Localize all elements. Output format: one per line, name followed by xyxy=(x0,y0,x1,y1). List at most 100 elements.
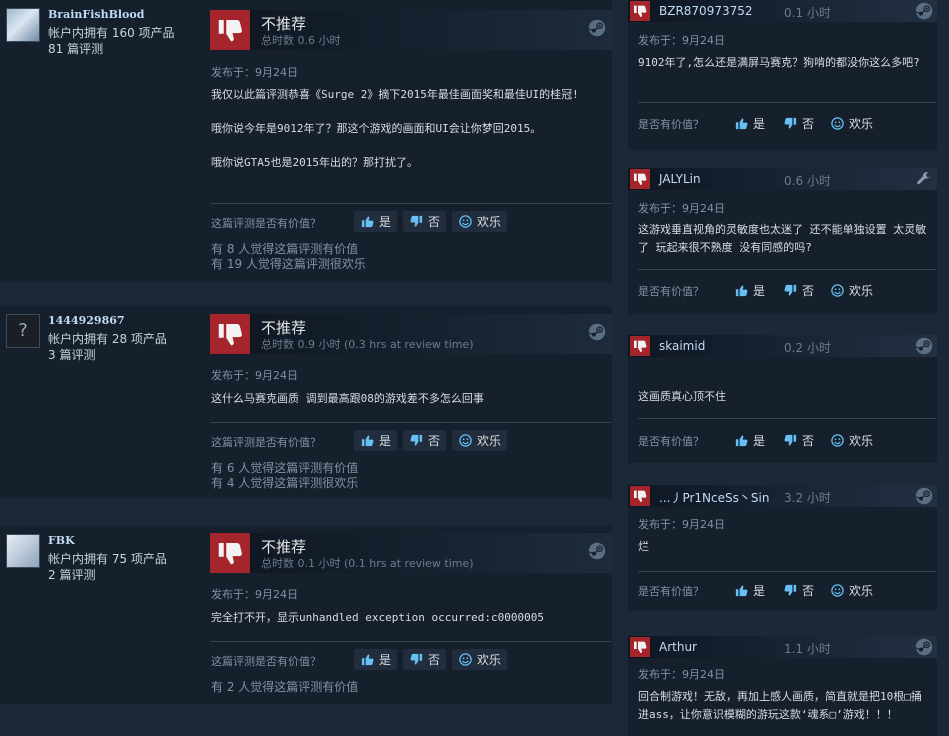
review-body: 烂 xyxy=(638,540,649,553)
helpful-question: 这篇评测是否有价值？ xyxy=(211,436,321,449)
thumbs-up-icon xyxy=(360,214,375,229)
author-products[interactable]: 帐户内拥有 75 项产品 xyxy=(48,550,167,567)
vote-yes-button[interactable]: 是 xyxy=(734,580,765,600)
helpful-count: 有 8 人觉得这篇评测有价值 xyxy=(211,242,359,256)
posted-date: 发布于：9月24日 xyxy=(211,588,298,601)
author-reviews[interactable]: 3 篇评测 xyxy=(48,346,95,363)
author-name[interactable]: BrainFishBlood xyxy=(48,8,144,21)
smile-icon xyxy=(830,283,845,298)
review-card: BrainFishBlood 帐户内拥有 160 项产品 81 篇评测 不推荐 … xyxy=(0,0,612,282)
thumbs-up-icon xyxy=(734,583,749,598)
vote-yes-button[interactable]: 是 xyxy=(734,430,765,450)
short-review-header[interactable]: ...丿Pr1NceSs丶Sin 3.2 小时 xyxy=(628,485,937,507)
author-name[interactable]: Arthur xyxy=(659,640,697,654)
thumbs-down-small-icon xyxy=(783,433,798,448)
helpful-question: 是否有价值？ xyxy=(638,118,704,131)
vote-no-button[interactable]: 否 xyxy=(783,113,814,133)
question-mark-avatar[interactable]: ? xyxy=(6,314,40,348)
funny-count: 有 19 人觉得这篇评测很欢乐 xyxy=(211,257,366,271)
vote-no-button[interactable]: 否 xyxy=(783,580,814,600)
thumbs-down-icon xyxy=(630,1,650,21)
thumbs-down-small-icon xyxy=(409,214,424,229)
author-name[interactable]: ...丿Pr1NceSs丶Sin xyxy=(659,489,769,506)
thumbs-down-icon xyxy=(210,533,250,573)
vote-no-button[interactable]: 否 xyxy=(783,280,814,300)
vote-yes-button[interactable]: 是 xyxy=(734,113,765,133)
steam-icon xyxy=(588,19,606,37)
review-card: FBK 帐户内拥有 75 项产品 2 篇评测 不推荐 总时数 0.1 小时 (0… xyxy=(0,526,612,704)
review-card: ? 1444929867 帐户内拥有 28 项产品 3 篇评测 不推荐 总时数 … xyxy=(0,306,612,498)
vote-yes-button[interactable]: 是 xyxy=(354,649,398,670)
helpful-question: 是否有价值？ xyxy=(638,285,704,298)
thumbs-up-icon xyxy=(734,433,749,448)
author-name[interactable]: BZR870973752 xyxy=(659,4,753,18)
helpful-count: 有 6 人觉得这篇评测有价值 xyxy=(211,461,359,475)
thumbs-up-icon xyxy=(360,433,375,448)
posted-date: 发布于：9月24日 xyxy=(211,66,298,79)
thumbs-down-small-icon xyxy=(783,116,798,131)
posted-date: 发布于：9月24日 xyxy=(638,668,725,681)
vote-header[interactable]: 不推荐 总时数 0.6 小时 xyxy=(210,10,612,50)
smile-icon xyxy=(458,433,473,448)
review-body: 这游戏垂直视角的灵敏度也太迷了 还不能单独设置 太灵敏了 玩起来很不熟度 没有同… xyxy=(638,223,927,254)
author-name[interactable]: skaimid xyxy=(659,339,705,353)
short-review-header[interactable]: Arthur 1.1 小时 xyxy=(628,636,937,658)
helpful-question: 这篇评测是否有价值？ xyxy=(211,217,321,230)
thumbs-down-icon xyxy=(630,336,650,356)
vote-header[interactable]: 不推荐 总时数 0.1 小时 (0.1 hrs at review time) xyxy=(210,533,612,573)
user-avatar[interactable] xyxy=(6,8,40,42)
vote-yes-button[interactable]: 是 xyxy=(354,211,398,232)
vote-funny-button[interactable]: 欢乐 xyxy=(452,649,508,670)
playtime-hours: 总时数 0.9 小时 (0.3 hrs at review time) xyxy=(261,338,474,351)
author-reviews[interactable]: 2 篇评测 xyxy=(48,566,95,583)
author-name[interactable]: FBK xyxy=(48,534,75,547)
vote-funny-button[interactable]: 欢乐 xyxy=(452,211,508,232)
vote-funny-button[interactable]: 欢乐 xyxy=(830,430,873,450)
vote-funny-button[interactable]: 欢乐 xyxy=(830,113,873,133)
divider xyxy=(211,422,611,423)
vote-yes-button[interactable]: 是 xyxy=(354,430,398,451)
author-name[interactable]: JALYLin xyxy=(659,172,701,186)
short-review-header[interactable]: skaimid 0.2 小时 xyxy=(628,335,937,357)
short-review-card: skaimid 0.2 小时 这画质真心顶不住 是否有价值？ 是 否 欢乐 xyxy=(628,335,937,463)
smile-icon xyxy=(458,652,473,667)
smile-icon xyxy=(830,433,845,448)
thumbs-down-icon xyxy=(630,169,650,189)
vote-funny-button[interactable]: 欢乐 xyxy=(830,580,873,600)
vote-no-button[interactable]: 否 xyxy=(403,430,447,451)
smile-icon xyxy=(458,214,473,229)
thumbs-up-icon xyxy=(360,652,375,667)
thumbs-down-small-icon xyxy=(783,583,798,598)
author-products[interactable]: 帐户内拥有 160 项产品 xyxy=(48,24,175,41)
thumbs-down-icon xyxy=(210,10,250,50)
vote-no-button[interactable]: 否 xyxy=(403,649,447,670)
playtime-hours: 0.6 小时 xyxy=(784,174,831,188)
author-reviews[interactable]: 81 篇评测 xyxy=(48,40,103,57)
vote-funny-button[interactable]: 欢乐 xyxy=(452,430,508,451)
smile-icon xyxy=(830,583,845,598)
review-body: 完全打不开，显示unhandled exception occurred:c00… xyxy=(211,611,545,624)
short-review-header[interactable]: JALYLin 0.6 小时 xyxy=(628,168,937,190)
vote-no-button[interactable]: 否 xyxy=(403,211,447,232)
posted-date: 发布于：9月24日 xyxy=(638,34,725,47)
vote-yes-button[interactable]: 是 xyxy=(734,280,765,300)
playtime-hours: 1.1 小时 xyxy=(784,642,831,656)
thumbs-down-small-icon xyxy=(409,433,424,448)
funny-count: 有 4 人觉得这篇评测很欢乐 xyxy=(211,476,359,490)
review-verdict: 不推荐 xyxy=(261,15,307,33)
user-avatar[interactable] xyxy=(6,534,40,568)
divider xyxy=(638,102,936,103)
short-review-header[interactable]: BZR870973752 0.1 小时 xyxy=(628,0,937,22)
review-verdict: 不推荐 xyxy=(261,538,307,556)
vote-funny-button[interactable]: 欢乐 xyxy=(830,280,873,300)
short-review-card: Arthur 1.1 小时 发布于：9月24日 回合制游戏！无敌，再加上感人画质… xyxy=(628,636,937,736)
posted-date: 发布于：9月24日 xyxy=(211,369,298,382)
author-name[interactable]: 1444929867 xyxy=(48,314,125,327)
playtime-hours: 总时数 0.1 小时 (0.1 hrs at review time) xyxy=(261,557,474,570)
author-products[interactable]: 帐户内拥有 28 项产品 xyxy=(48,330,167,347)
review-body: 这什么马赛克画质 调到最高跟08的游戏差不多怎么回事 xyxy=(211,392,484,405)
vote-header[interactable]: 不推荐 总时数 0.9 小时 (0.3 hrs at review time) xyxy=(210,314,612,354)
thumbs-down-small-icon xyxy=(409,652,424,667)
vote-no-button[interactable]: 否 xyxy=(783,430,814,450)
divider xyxy=(211,641,611,642)
